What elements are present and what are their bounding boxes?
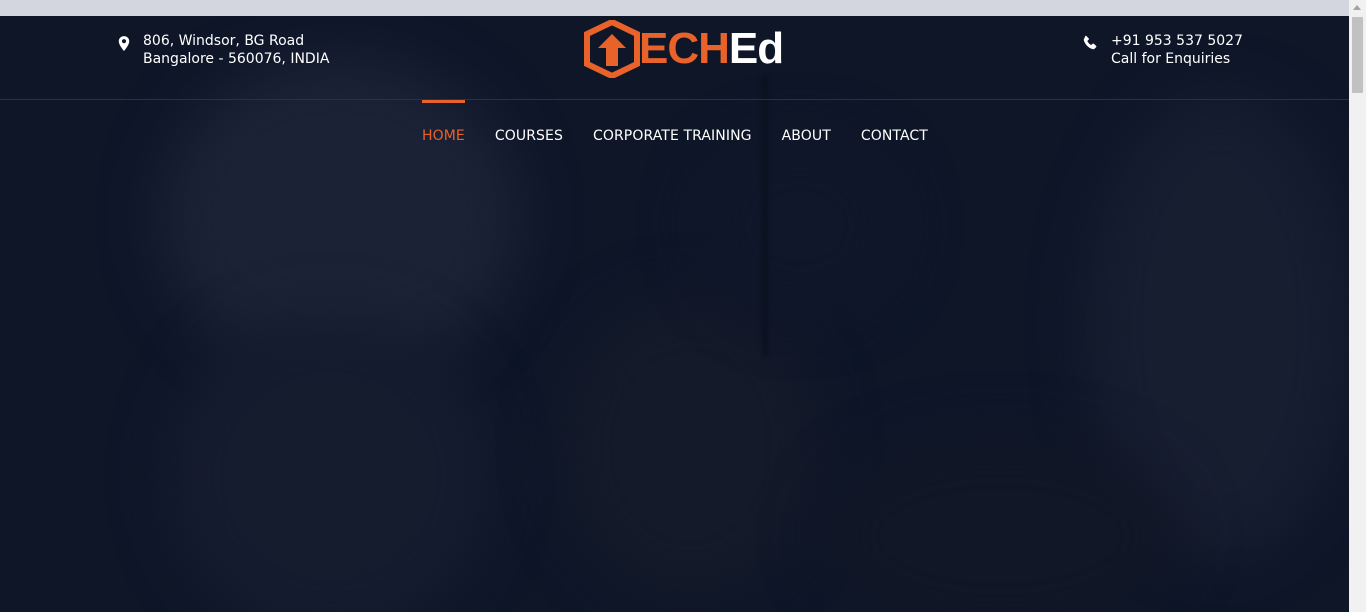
address-block: 806, Windsor, BG Road Bangalore - 560076… (117, 32, 329, 68)
background-photo-blur (700, 136, 900, 316)
scroll-up-arrow-icon[interactable] (1353, 5, 1361, 10)
background-photo-blur (170, 316, 490, 612)
logo-text-main: Ed (728, 24, 784, 73)
teched-logo-icon (584, 20, 640, 78)
phone-icon (1082, 35, 1100, 53)
nav-item-home[interactable]: HOME (422, 100, 465, 144)
nav-item-corporate-training[interactable]: CORPORATE TRAINING (593, 100, 752, 144)
page-scrollbar[interactable] (1349, 0, 1366, 612)
address-line-1: 806, Windsor, BG Road (143, 33, 305, 49)
phone-number[interactable]: +91 953 537 5027 (1111, 32, 1243, 50)
nav-item-about[interactable]: ABOUT (782, 100, 831, 144)
nav-item-courses[interactable]: COURSES (495, 100, 563, 144)
phone-caption: Call for Enquiries (1111, 51, 1231, 67)
background-photo-blur (560, 296, 820, 596)
hero-section: 806, Windsor, BG Road Bangalore - 560076… (0, 16, 1349, 612)
map-pin-icon (117, 36, 133, 54)
site-logo[interactable]: ECHEd (583, 20, 784, 78)
site-header: 806, Windsor, BG Road Bangalore - 560076… (0, 16, 1349, 100)
logo-text-accent: ECH (639, 24, 730, 73)
browser-top-strip (0, 0, 1349, 16)
main-navigation: HOME COURSES CORPORATE TRAINING ABOUT CO… (422, 100, 958, 144)
contact-block: +91 953 537 5027 Call for Enquiries (1082, 32, 1243, 68)
logo-wordmark: ECHEd (639, 20, 784, 78)
nav-item-contact[interactable]: CONTACT (861, 100, 928, 144)
scrollbar-thumb[interactable] (1352, 17, 1363, 93)
address-line-2: Bangalore - 560076, INDIA (143, 51, 330, 67)
